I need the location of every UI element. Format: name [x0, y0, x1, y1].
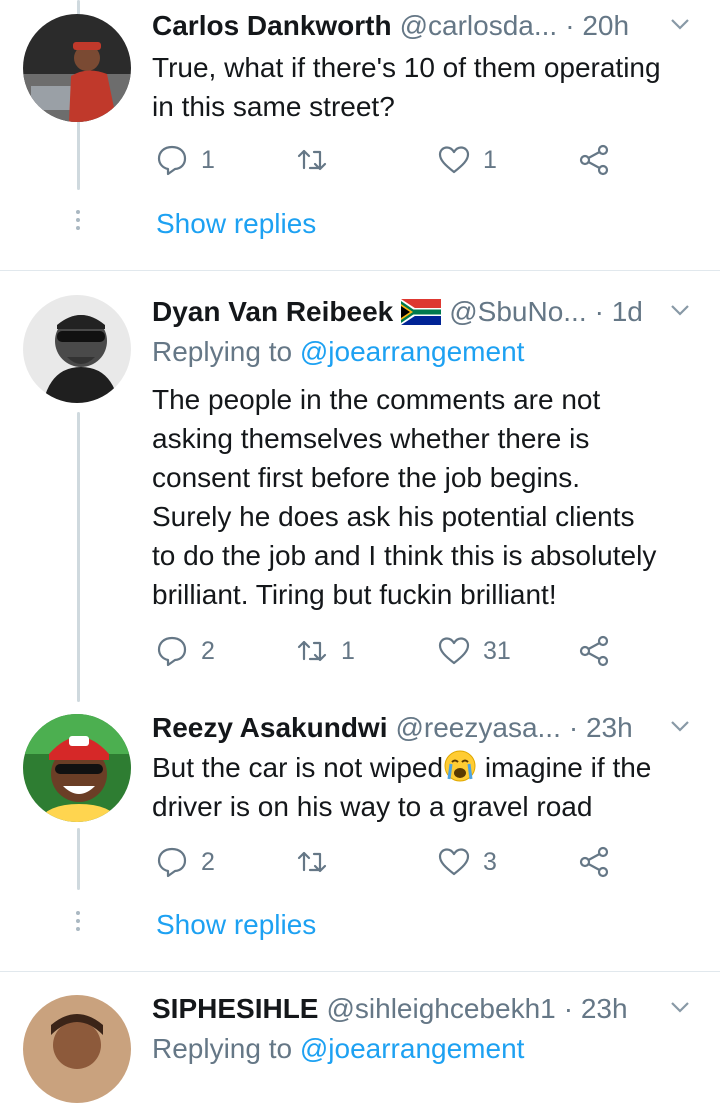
- author-name[interactable]: Dyan Van Reibeek: [152, 296, 393, 328]
- chevron-down-icon[interactable]: [668, 714, 692, 738]
- reply-count: 1: [201, 145, 215, 174]
- heart-icon: [438, 848, 470, 876]
- like-button[interactable]: 31: [437, 634, 511, 668]
- timestamp[interactable]: · 20h: [565, 10, 629, 42]
- thread-line: [77, 412, 80, 702]
- reply-button[interactable]: 2: [155, 845, 215, 879]
- tweet-actions: 2 1 31: [155, 634, 635, 670]
- reply-count: 2: [201, 636, 215, 665]
- timestamp[interactable]: · 1d: [595, 296, 643, 328]
- reply-button[interactable]: 1: [155, 143, 215, 177]
- tweet-header: Dyan Van Reibeek @SbuNo... · 1d: [152, 294, 696, 330]
- tweet-text-line: asking themselves whether there is: [152, 423, 590, 454]
- tweet-text-line: driver is on his way to a gravel road: [152, 791, 593, 822]
- thread-dots: [74, 911, 82, 931]
- show-replies-link[interactable]: Show replies: [156, 909, 316, 941]
- timestamp[interactable]: · 23h: [569, 712, 633, 744]
- heart-icon: [438, 637, 470, 665]
- tweet-header: SIPHESIHLE @sihleighcebekh1 · 23h: [152, 991, 696, 1027]
- like-button[interactable]: 3: [437, 845, 497, 879]
- replying-to: Replying to @joearrangement: [152, 336, 524, 368]
- tweet-text-line: But the car is not wiped imagine if the: [152, 748, 702, 787]
- author-name[interactable]: Carlos Dankworth: [152, 10, 392, 42]
- south-africa-flag-icon: [401, 299, 442, 325]
- tweet-text: But the car is not wiped imagine if the …: [152, 748, 702, 826]
- chevron-down-icon[interactable]: [668, 12, 692, 36]
- chevron-down-icon[interactable]: [668, 298, 692, 322]
- tweet-text: True, what if there's 10 of them operati…: [152, 48, 702, 126]
- mention-link[interactable]: @joearrangement: [300, 336, 525, 367]
- show-replies-link[interactable]: Show replies: [156, 208, 316, 240]
- tweet-text: The people in the comments are not askin…: [152, 380, 702, 614]
- retweet-icon: [297, 149, 327, 171]
- avatar[interactable]: [23, 14, 131, 122]
- retweet-button[interactable]: 1: [295, 634, 355, 668]
- like-count: 31: [483, 636, 511, 665]
- divider: [0, 270, 720, 271]
- share-icon: [579, 144, 609, 176]
- heart-icon: [438, 146, 470, 174]
- thread-dots: [74, 210, 82, 230]
- tweet-text-segment: imagine if the: [477, 752, 652, 783]
- like-count: 3: [483, 847, 497, 876]
- tweet-text-segment: But the car is not wiped: [152, 752, 444, 783]
- replying-prefix: Replying to: [152, 1033, 293, 1064]
- retweet-button[interactable]: [295, 845, 341, 879]
- divider: [0, 971, 720, 972]
- tweet-text-line: The people in the comments are not: [152, 384, 601, 415]
- like-button[interactable]: 1: [437, 143, 497, 177]
- tweet-header: Reezy Asakundwi @reezyasa... · 23h: [152, 710, 696, 746]
- reply-icon: [157, 636, 187, 667]
- reply-count: 2: [201, 847, 215, 876]
- tweet-actions: 2 3: [155, 845, 635, 881]
- timestamp[interactable]: · 23h: [564, 993, 628, 1025]
- tweet-actions: 1 1: [155, 143, 635, 179]
- tweet-header: Carlos Dankworth @carlosda... · 20h: [152, 8, 696, 44]
- reply-icon: [157, 145, 187, 176]
- tweet-text-line: consent first before the job begins.: [152, 462, 581, 493]
- avatar[interactable]: [23, 995, 131, 1103]
- like-count: 1: [483, 145, 497, 174]
- author-handle[interactable]: @carlosda...: [400, 10, 558, 42]
- reply-icon: [157, 847, 187, 878]
- avatar[interactable]: [23, 714, 131, 822]
- reply-button[interactable]: 2: [155, 634, 215, 668]
- tweet-text-line: in this same street?: [152, 91, 395, 122]
- share-icon: [579, 635, 609, 667]
- retweet-button[interactable]: [295, 143, 341, 177]
- replying-prefix: Replying to: [152, 336, 293, 367]
- author-name[interactable]: Reezy Asakundwi: [152, 712, 387, 744]
- retweet-icon: [297, 640, 327, 662]
- share-button[interactable]: [577, 143, 611, 177]
- thread-line: [77, 828, 80, 890]
- avatar[interactable]: [23, 295, 131, 403]
- retweet-count: 1: [341, 636, 355, 665]
- author-handle[interactable]: @reezyasa...: [395, 712, 560, 744]
- chevron-down-icon[interactable]: [668, 995, 692, 1019]
- author-handle[interactable]: @SbuNo...: [449, 296, 586, 328]
- replying-to: Replying to @joearrangement: [152, 1033, 524, 1065]
- retweet-icon: [297, 851, 327, 873]
- tweet-text-line: Surely he does ask his potential clients: [152, 501, 635, 532]
- mention-link[interactable]: @joearrangement: [300, 1033, 525, 1064]
- crying-face-emoji-icon: [444, 750, 476, 782]
- tweet-text-line: True, what if there's 10 of them operati…: [152, 52, 661, 83]
- tweet-text-line: to do the job and I think this is absolu…: [152, 540, 657, 571]
- share-button[interactable]: [577, 845, 611, 879]
- share-icon: [579, 846, 609, 878]
- author-handle[interactable]: @sihleighcebekh1: [326, 993, 555, 1025]
- author-name[interactable]: SIPHESIHLE: [152, 993, 318, 1025]
- tweet-text-line: brilliant. Tiring but fuckin brilliant!: [152, 579, 557, 610]
- share-button[interactable]: [577, 634, 611, 668]
